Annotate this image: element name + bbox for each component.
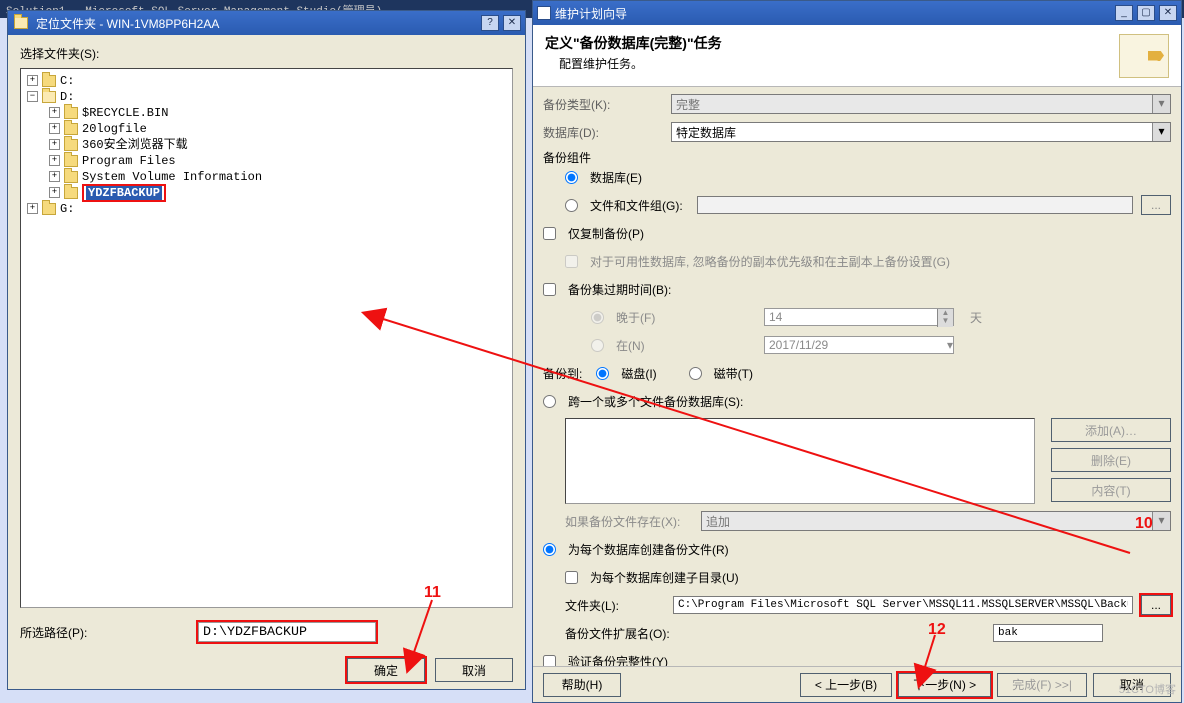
database-combo[interactable]: 特定数据库▾ (671, 122, 1171, 142)
tree-node-logfile[interactable]: +20logfile (27, 121, 506, 137)
help-button[interactable]: 帮助(H) (543, 673, 621, 697)
ok-button[interactable]: 确定 (347, 658, 425, 682)
tree-node-ydz[interactable]: +YDZFBACKUP (27, 185, 506, 201)
wizard-header-icon (1119, 34, 1169, 78)
close-icon[interactable]: ✕ (1159, 5, 1177, 21)
if-exists-label: 如果备份文件存在(X): (565, 513, 693, 530)
folder-label: 文件夹(L): (565, 597, 665, 614)
component-files-radio[interactable] (565, 199, 578, 212)
chevron-down-icon[interactable]: ▾ (1152, 123, 1170, 141)
chevron-down-icon: ▾ (1152, 95, 1170, 113)
if-exists-combo: 追加▾ (701, 511, 1171, 531)
wizard-header: 定义"备份数据库(完整)"任务 配置维护任务。 (533, 25, 1181, 87)
add-file-button: 添加(A)… (1051, 418, 1171, 442)
files-browse-button: ... (1141, 195, 1171, 215)
component-database-radio[interactable] (565, 171, 578, 184)
expire-on-label: 在(N) (616, 337, 756, 354)
availability-ignore-label: 对于可用性数据库, 忽略备份的副本优先级和在主副本上备份设置(G) (590, 253, 950, 270)
backup-files-listbox[interactable] (565, 418, 1035, 504)
next-button[interactable]: 下一步(N) > (898, 673, 991, 697)
folder-tree[interactable]: +C: −D: +$RECYCLE.BIN +20logfile +360安全浏… (20, 68, 513, 608)
backup-to-tape-label: 磁带(T) (714, 365, 753, 382)
component-files-label: 文件和文件组(G): (590, 197, 683, 214)
expire-on-radio (591, 339, 604, 352)
tree-node-d[interactable]: −D: (27, 89, 506, 105)
backup-to-disk-radio[interactable] (596, 367, 609, 380)
files-filegroups-input (697, 196, 1133, 214)
expire-on-date: 2017/11/29▾ (764, 336, 954, 354)
tree-node-sysvol[interactable]: +System Volume Information (27, 169, 506, 185)
wizard-titlebar[interactable]: 维护计划向导 _ ▢ ✕ (533, 1, 1181, 25)
expire-days-unit: 天 (970, 309, 982, 326)
folder-browse-button[interactable]: ... (1141, 595, 1171, 615)
chevron-down-icon: ▾ (1152, 512, 1170, 530)
chevron-down-icon: ▾ (947, 338, 953, 352)
folder-browser-dialog: 定位文件夹 - WIN-1VM8PP6H2AA ? ✕ 选择文件夹(S): +C… (7, 10, 526, 690)
expire-checkbox[interactable] (543, 283, 556, 296)
availability-ignore-checkbox (565, 255, 578, 268)
expire-days-input: 14▲▼ (764, 308, 954, 326)
folder-dialog-titlebar[interactable]: 定位文件夹 - WIN-1VM8PP6H2AA ? ✕ (8, 11, 525, 35)
backup-type-label: 备份类型(K): (543, 96, 663, 113)
expire-after-label: 晚于(F) (616, 309, 756, 326)
backup-to-tape-radio[interactable] (689, 367, 702, 380)
maintenance-wizard-dialog: 维护计划向导 _ ▢ ✕ 定义"备份数据库(完整)"任务 配置维护任务。 备份类… (532, 0, 1182, 703)
wizard-footer: 帮助(H) < 上一步(B) 下一步(N) > 完成(F) >>| 取消 (533, 666, 1181, 702)
wizard-cancel-button[interactable]: 取消 (1093, 673, 1171, 697)
backup-type-combo: 完整▾ (671, 94, 1171, 114)
expire-label: 备份集过期时间(B): (568, 281, 671, 298)
copy-only-label: 仅复制备份(P) (568, 225, 644, 242)
cancel-button[interactable]: 取消 (435, 658, 513, 682)
tree-node-360[interactable]: +360安全浏览器下载 (27, 137, 506, 153)
span-files-label: 跨一个或多个文件备份数据库(S): (568, 393, 743, 410)
selected-path-input[interactable] (198, 622, 376, 642)
contents-button: 内容(T) (1051, 478, 1171, 502)
minimize-icon[interactable]: _ (1115, 5, 1133, 21)
wizard-header-subtitle: 配置维护任务。 (559, 55, 1119, 72)
folder-icon (14, 17, 28, 29)
help-button-icon[interactable]: ? (481, 15, 499, 31)
backup-to-label: 备份到: (543, 365, 582, 382)
expire-after-radio (591, 311, 604, 324)
verify-integrity-label: 验证备份完整性(Y) (568, 653, 668, 667)
tree-node-g[interactable]: +G: (27, 201, 506, 217)
per-db-file-label: 为每个数据库创建备份文件(R) (568, 541, 729, 558)
tree-node-c[interactable]: +C: (27, 73, 506, 89)
remove-file-button: 删除(E) (1051, 448, 1171, 472)
verify-integrity-checkbox[interactable] (543, 655, 556, 667)
extension-input[interactable] (993, 624, 1103, 642)
folder-dialog-title: 定位文件夹 - WIN-1VM8PP6H2AA (36, 15, 219, 32)
tree-node-pfiles[interactable]: +Program Files (27, 153, 506, 169)
maximize-icon[interactable]: ▢ (1137, 5, 1155, 21)
tree-node-recycle[interactable]: +$RECYCLE.BIN (27, 105, 506, 121)
close-icon[interactable]: ✕ (503, 15, 521, 31)
copy-only-checkbox[interactable] (543, 227, 556, 240)
finish-button: 完成(F) >>| (997, 673, 1087, 697)
wizard-header-title: 定义"备份数据库(完整)"任务 (545, 33, 1119, 53)
extension-label: 备份文件扩展名(O): (565, 625, 985, 642)
backup-to-disk-label: 磁盘(I) (621, 365, 656, 382)
create-subdir-checkbox[interactable] (565, 571, 578, 584)
select-folder-label: 选择文件夹(S): (20, 45, 513, 62)
wizard-title: 维护计划向导 (555, 5, 627, 22)
folder-path-input[interactable] (673, 596, 1133, 614)
selected-path-label: 所选路径(P): (20, 624, 190, 641)
per-db-file-radio[interactable] (543, 543, 556, 556)
database-label: 数据库(D): (543, 124, 663, 141)
component-database-label: 数据库(E) (590, 169, 642, 186)
wizard-app-icon (537, 6, 551, 20)
back-button[interactable]: < 上一步(B) (800, 673, 892, 697)
create-subdir-label: 为每个数据库创建子目录(U) (590, 569, 739, 586)
backup-component-group: 备份组件 (543, 149, 1171, 166)
span-files-radio[interactable] (543, 395, 556, 408)
